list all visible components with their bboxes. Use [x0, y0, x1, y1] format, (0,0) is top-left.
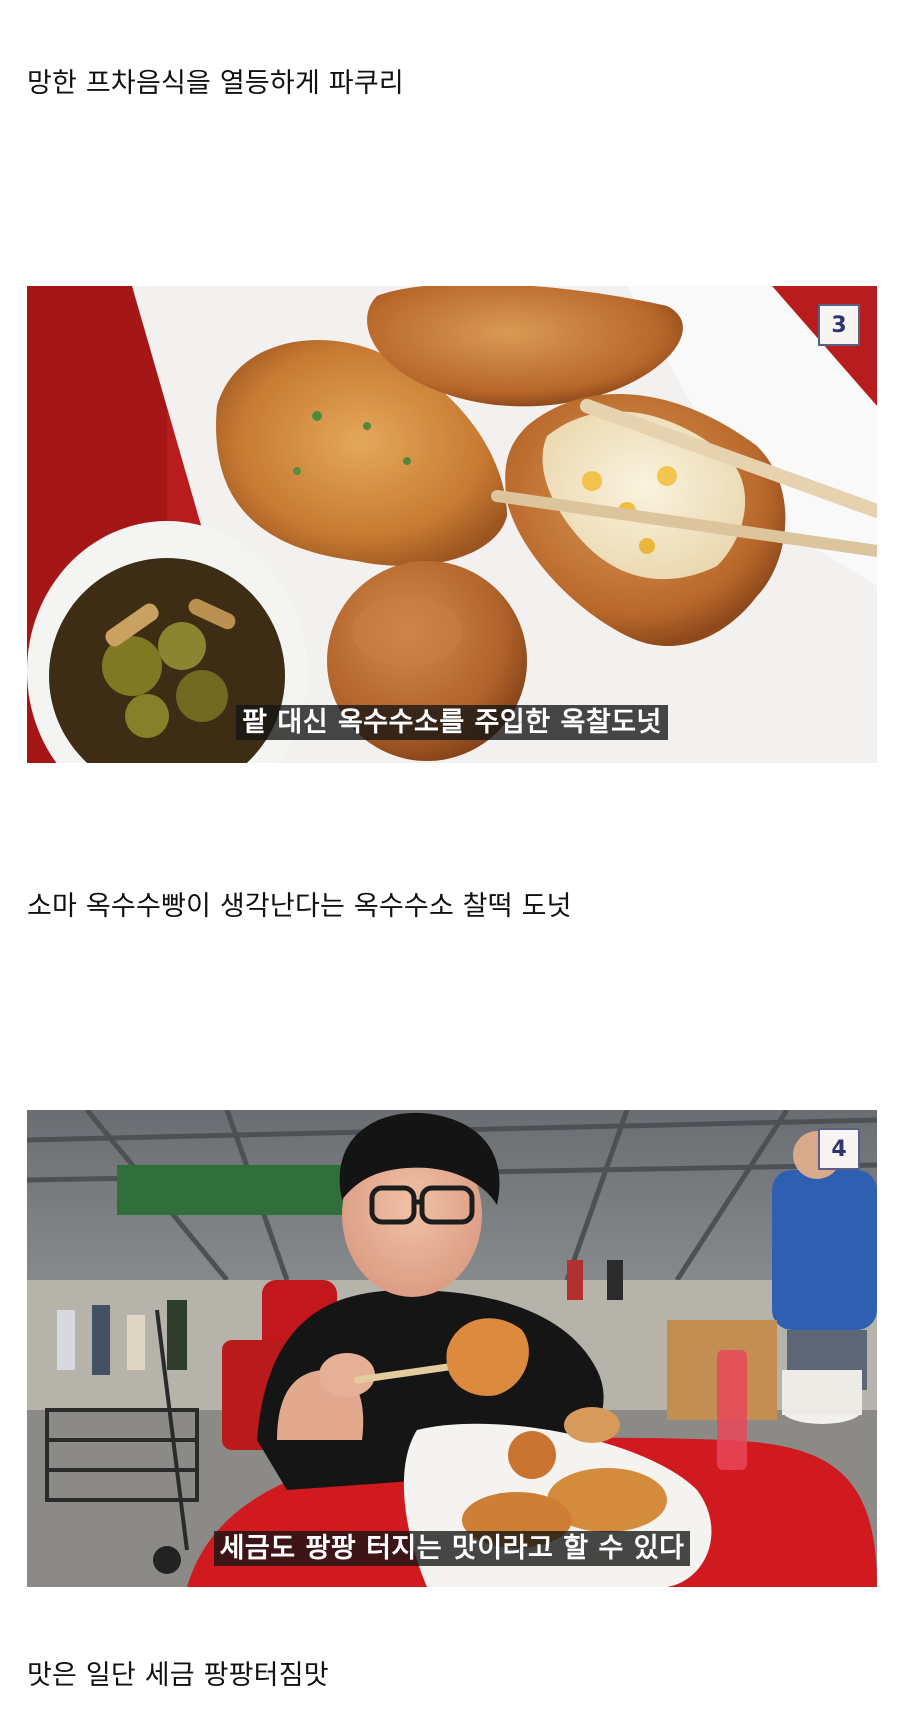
paragraph-corn-donut: 소마 옥수수빵이 생각난다는 옥수수소 찰떡 도넛 [27, 891, 572, 922]
paragraph-taste-verdict: 맛은 일단 세금 팡팡터짐맛 [27, 1660, 329, 1691]
video-subtitle: 팥 대신 옥수수소를 주입한 옥찰도넛 [27, 700, 877, 740]
photo-corn-donuts: 3 팥 대신 옥수수소를 주입한 옥찰도넛 [27, 286, 877, 763]
corn-donut-photo-illustration [27, 286, 877, 763]
video-subtitle-text: 세금도 팡팡 터지는 맛이라고 할 수 있다 [213, 1531, 691, 1566]
video-subtitle-text: 팥 대신 옥수수소를 주입한 옥찰도넛 [236, 705, 668, 740]
paragraph-intro: 망한 프차음식을 열등하게 파쿠리 [27, 68, 404, 99]
photo-market-tasting: 4 세금도 팡팡 터지는 맛이라고 할 수 있다 [27, 1110, 877, 1587]
market-tasting-photo-illustration [27, 1110, 877, 1587]
page-number-badge: 3 [818, 304, 860, 346]
video-subtitle: 세금도 팡팡 터지는 맛이라고 할 수 있다 [27, 1526, 877, 1566]
page-number-badge: 4 [818, 1128, 860, 1170]
